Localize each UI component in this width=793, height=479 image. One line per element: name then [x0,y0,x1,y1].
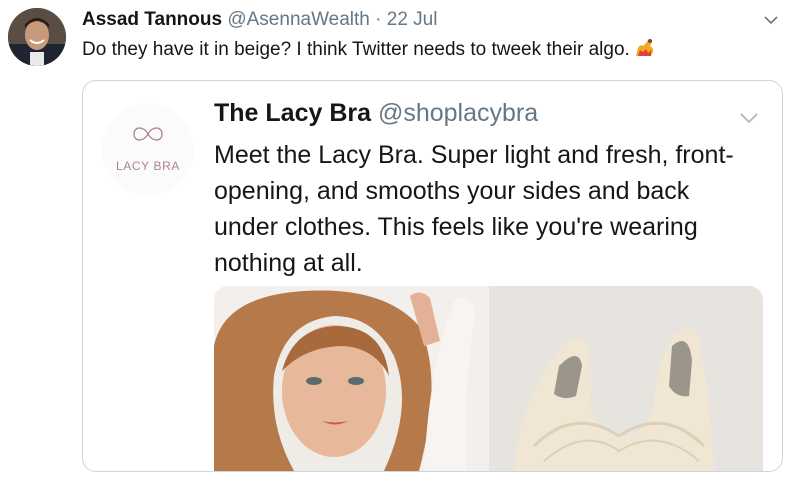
quoted-avatar[interactable]: LACY BRA [102,103,194,195]
tweet-card[interactable]: Assad Tannous @AsennaWealth · 22 Jul Do … [0,0,793,479]
quoted-header: The Lacy Bra @shoplacybra [214,99,538,128]
quoted-text: Meet the Lacy Bra. Super light and fresh… [214,141,734,277]
infinity-logo-icon [133,127,163,141]
quoted-author-handle[interactable]: @shoplacybra [378,99,538,127]
separator-dot: · [375,9,382,30]
tweet-header: Assad Tannous @AsennaWealth · 22 Jul [82,9,437,31]
chevron-down-icon[interactable] [738,107,760,129]
tweet-text-row: Do they have it in beige? I think Twitte… [82,38,656,61]
author-name[interactable]: Assad Tannous [82,9,222,30]
flexed-arm-icon [634,38,656,58]
chevron-down-icon[interactable] [763,12,779,28]
quoted-tweet[interactable]: LACY BRA The Lacy Bra @shoplacybra Meet … [82,80,783,472]
quoted-media-image[interactable] [214,286,763,471]
tweet-text: Do they have it in beige? I think Twitte… [82,39,630,60]
tweet-date[interactable]: 22 Jul [387,9,438,30]
quoted-author-name[interactable]: The Lacy Bra [214,99,371,127]
logo-text: LACY BRA [116,159,180,173]
author-handle[interactable]: @AsennaWealth [227,9,370,30]
author-avatar[interactable] [8,8,66,66]
